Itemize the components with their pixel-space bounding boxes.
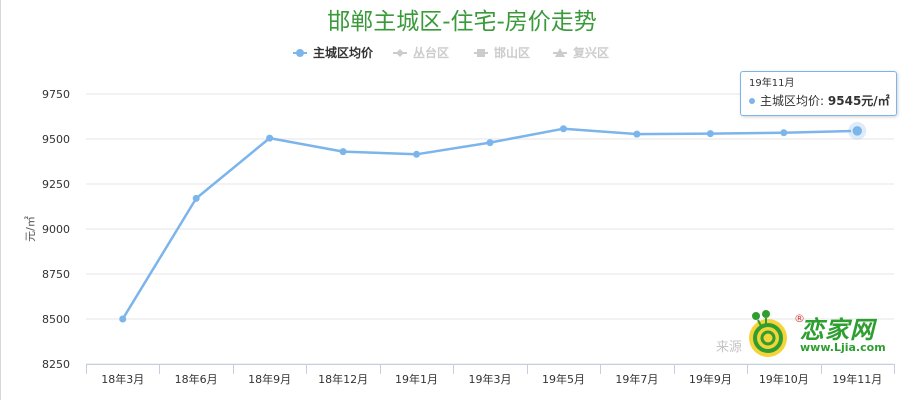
legend-square-icon [477, 49, 485, 57]
x-tick-label: 19年7月 [615, 372, 658, 386]
x-tick-label: 19年1月 [395, 372, 438, 386]
snail-logo-icon [749, 310, 787, 357]
x-tick-label: 19年9月 [689, 372, 732, 386]
legend-label: 邯山区 [494, 45, 530, 60]
watermark-source: 来源 [716, 340, 743, 355]
tooltip-separator: : [820, 94, 825, 108]
y-tick-label: 9000 [42, 223, 70, 236]
data-point[interactable] [559, 125, 567, 133]
legend-label: 复兴区 [572, 45, 609, 60]
legend-diamond-icon [396, 49, 404, 57]
y-axis-ticks: 8250 8500 8750 9000 9250 9500 9750 [42, 88, 70, 371]
x-tick-label: 19年11月 [832, 372, 882, 386]
data-point[interactable] [119, 315, 127, 323]
legend-label: 丛台区 [413, 45, 449, 60]
data-point[interactable] [780, 129, 788, 137]
data-point[interactable] [486, 139, 494, 147]
x-tick-label: 19年5月 [542, 372, 585, 386]
data-point[interactable] [266, 134, 274, 142]
watermark-brand: 恋家网 [800, 316, 875, 344]
tooltip: 19年11月 主城区均价: 9545元/㎡ [740, 71, 897, 116]
watermark: 来源 ® 恋家网 www.Ljia.com [716, 308, 896, 364]
x-axis: 18年3月 18年6月 18年9月 18年12月 19年1月 19年3月 19年5月 19年7… [86, 364, 895, 386]
legend-item[interactable]: 复兴区 [553, 45, 609, 60]
data-point[interactable] [413, 150, 421, 158]
data-point[interactable] [339, 148, 347, 156]
y-tick-label: 9750 [42, 88, 70, 101]
legend-circle-icon [296, 49, 304, 57]
tooltip-value: 9545元/㎡ [827, 94, 890, 108]
y-tick-label: 9500 [42, 133, 70, 146]
legend-item[interactable]: 丛台区 [393, 45, 449, 60]
legend: 主城区均价 丛台区 邯山区 复兴区 [293, 45, 609, 60]
series-group [119, 121, 867, 323]
y-tick-label: 8500 [42, 313, 70, 326]
x-tick-label: 18年3月 [101, 372, 144, 386]
legend-item[interactable]: 主城区均价 [293, 45, 374, 60]
data-point[interactable] [192, 194, 200, 202]
legend-label: 主城区均价 [313, 45, 374, 60]
tooltip-row: 主城区均价: 9545元/㎡ [749, 93, 890, 109]
chart-title: 邯郸主城区-住宅-房价走势 [327, 9, 597, 35]
watermark-url: www.Ljia.com [800, 341, 886, 354]
y-tick-label: 8250 [42, 358, 70, 371]
data-point[interactable] [706, 130, 714, 138]
y-tick-label: 8750 [42, 268, 70, 281]
y-axis-label: 元/㎡ [24, 216, 37, 242]
chart-container: 邯郸主城区-住宅-房价走势 主城区均价 丛台区 邯山区 复兴区 8250 8500 875… [0, 0, 906, 400]
x-tick-label: 18年12月 [318, 372, 368, 386]
tooltip-date: 19年11月 [749, 78, 795, 89]
x-tick-label: 19年3月 [469, 372, 512, 386]
tooltip-series-name: 主城区均价 [760, 94, 821, 108]
hover-halo [848, 121, 867, 140]
y-tick-label: 9250 [42, 178, 70, 191]
tooltip-series-dot [749, 98, 755, 104]
data-point[interactable] [633, 130, 641, 138]
x-tick-label: 19年10月 [759, 372, 809, 386]
series-line [121, 127, 859, 321]
x-tick-label: 18年6月 [175, 372, 218, 386]
x-tick-label: 18年9月 [248, 372, 291, 386]
legend-item[interactable]: 邯山区 [474, 45, 530, 60]
